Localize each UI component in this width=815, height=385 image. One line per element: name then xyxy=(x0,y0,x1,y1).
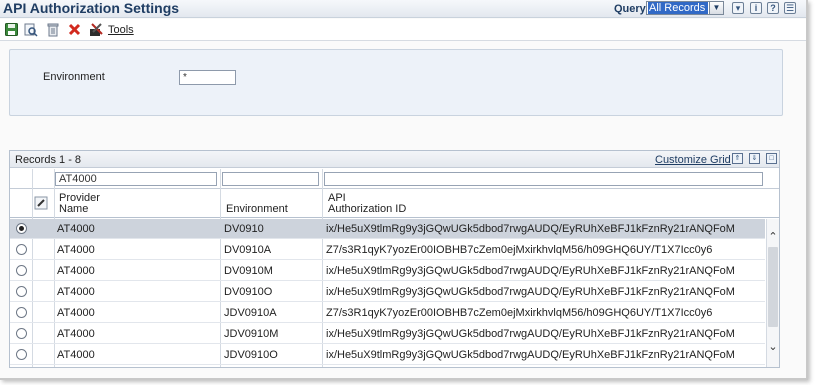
cell-api-auth-id: ix/He5uX9tlmRg9y3jGQwUGk5dbod7rwgAUDQ/Ey… xyxy=(326,286,735,298)
row-select-radio[interactable] xyxy=(16,307,27,318)
column-header-api-auth-id[interactable]: API Authorization ID xyxy=(324,189,764,218)
environment-label: Environment xyxy=(43,71,105,83)
row-select-radio[interactable] xyxy=(16,328,27,339)
table-row[interactable]: AT4000 DV0910M ix/He5uX9tlmRg9y3jGQwUGk5db… xyxy=(10,261,765,281)
chevron-down-icon[interactable]: ⌄ xyxy=(767,341,779,353)
help-icon[interactable]: ? xyxy=(767,2,779,14)
cell-provider-name: AT4000 xyxy=(57,307,95,319)
table-row[interactable]: AT4000 DV0910 ix/He5uX9tlmRg9y3jGQwUGk5dbo… xyxy=(10,219,765,239)
records-count: Records 1 - 8 xyxy=(15,154,82,166)
export-icon[interactable]: ⇑ xyxy=(732,153,743,164)
cell-environment: JDV0910M xyxy=(224,328,279,340)
cell-environment: JDV0910O xyxy=(224,349,278,361)
cell-environment: DV0910O xyxy=(224,286,273,298)
records-grid: Records 1 - 8 Customize Grid ⇑ ⇓ □ AT400… xyxy=(9,150,780,368)
table-row[interactable]: AT4000 JDV0910A Z7/s3R1qyK7yozEr00IOBHB7cZ… xyxy=(10,303,765,323)
title-bar: API Authorization Settings Query: All Re… xyxy=(0,0,806,18)
cell-provider-name: AT4000 xyxy=(57,349,95,361)
tools-icon[interactable] xyxy=(89,23,103,37)
column-header-environment[interactable]: Environment xyxy=(222,189,322,218)
view-icon[interactable] xyxy=(24,23,38,37)
column-header-row: Provider Name Environment API Authorizat… xyxy=(10,189,779,218)
tools-label: Tools xyxy=(108,24,134,36)
filter-panel: Environment * xyxy=(9,49,783,116)
cell-environment: JDV0910A xyxy=(224,307,277,319)
qbe-provider-name-input[interactable]: AT4000 xyxy=(55,172,217,186)
table-row[interactable]: AT4000 JDV0910O ix/He5uX9tlmRg9y3jGQwUGk5d… xyxy=(10,345,765,365)
import-icon[interactable]: ⇓ xyxy=(749,153,760,164)
cell-api-auth-id: ix/He5uX9tlmRg9y3jGQwUGk5dbod7rwgAUDQ/Ey… xyxy=(326,223,735,235)
delete-icon[interactable] xyxy=(46,23,60,37)
query-selected-value: All Records xyxy=(648,2,708,14)
filter-icon[interactable]: ▾ xyxy=(732,2,744,14)
cell-environment: DV0910M xyxy=(224,265,273,277)
personalize-icon[interactable]: ☰ xyxy=(784,2,796,14)
environment-field[interactable]: * xyxy=(179,70,236,85)
qbe-environment-input[interactable] xyxy=(222,172,319,186)
cell-api-auth-id: ix/He5uX9tlmRg9y3jGQwUGk5dbod7rwgAUDQ/Ey… xyxy=(326,349,735,361)
grid-header-bar: Records 1 - 8 Customize Grid ⇑ ⇓ □ xyxy=(10,151,779,168)
save-icon[interactable] xyxy=(4,23,18,37)
close-icon[interactable] xyxy=(67,23,81,37)
query-select[interactable]: All Records ▼ xyxy=(646,1,724,15)
cell-provider-name: AT4000 xyxy=(57,244,95,256)
cell-api-auth-id: ix/He5uX9tlmRg9y3jGQwUGk5dbod7rwgAUDQ/Ey… xyxy=(326,265,735,277)
cell-provider-name: AT4000 xyxy=(57,328,95,340)
cell-provider-name: AT4000 xyxy=(57,223,95,235)
column-header-provider-name[interactable]: Provider Name xyxy=(55,189,220,218)
cell-api-auth-id: Z7/s3R1qyK7yozEr00IOBHB7cZem0ejMxirkhvlq… xyxy=(326,307,713,319)
app-window: API Authorization Settings Query: All Re… xyxy=(0,0,808,380)
info-icon[interactable]: i xyxy=(750,2,762,14)
scrollbar-thumb[interactable] xyxy=(768,247,778,327)
cell-api-auth-id: ix/He5uX9tlmRg9y3jGQwUGk5dbod7rwgAUDQ/Ey… xyxy=(326,328,735,340)
page-title: API Authorization Settings xyxy=(3,0,180,16)
row-select-radio[interactable] xyxy=(16,349,27,360)
row-select-radio[interactable] xyxy=(16,223,27,234)
chevron-down-icon[interactable]: ▼ xyxy=(709,2,723,14)
table-row[interactable]: AT4000 DV0910A Z7/s3R1qyK7yozEr00IOBHB7cZe… xyxy=(10,240,765,260)
cell-api-auth-id: Z7/s3R1qyK7yozEr00IOBHB7cZem0ejMxirkhvlq… xyxy=(326,244,713,256)
cell-provider-name: AT4000 xyxy=(57,265,95,277)
row-select-radio[interactable] xyxy=(16,244,27,255)
chevron-up-icon[interactable]: ⌃ xyxy=(767,231,779,243)
qbe-row: AT4000 xyxy=(10,169,779,189)
table-row[interactable]: AT4000 DV0910O ix/He5uX9tlmRg9y3jGQwUGk5db… xyxy=(10,282,765,302)
grid-scrollbar[interactable]: ⌃ ⌄ xyxy=(766,219,779,367)
cell-environment: DV0910A xyxy=(224,244,272,256)
cell-provider-name: AT4000 xyxy=(57,286,95,298)
row-select-radio[interactable] xyxy=(16,286,27,297)
table-row[interactable]: AT4000 JDV0910M ix/He5uX9tlmRg9y3jGQwUGk5d… xyxy=(10,324,765,344)
query-label: Query: xyxy=(614,3,650,15)
cell-environment: DV0910 xyxy=(224,223,264,235)
toolbar: Tools xyxy=(0,19,806,41)
row-select-radio[interactable] xyxy=(16,265,27,276)
tools-menu[interactable]: Tools xyxy=(108,24,134,36)
qbe-api-auth-id-input[interactable] xyxy=(324,172,763,186)
maximize-grid-icon[interactable]: □ xyxy=(766,153,777,164)
grid-rows: AT4000 DV0910 ix/He5uX9tlmRg9y3jGQwUGk5dbo… xyxy=(10,219,765,367)
customize-grid-link[interactable]: Customize Grid xyxy=(655,154,731,166)
